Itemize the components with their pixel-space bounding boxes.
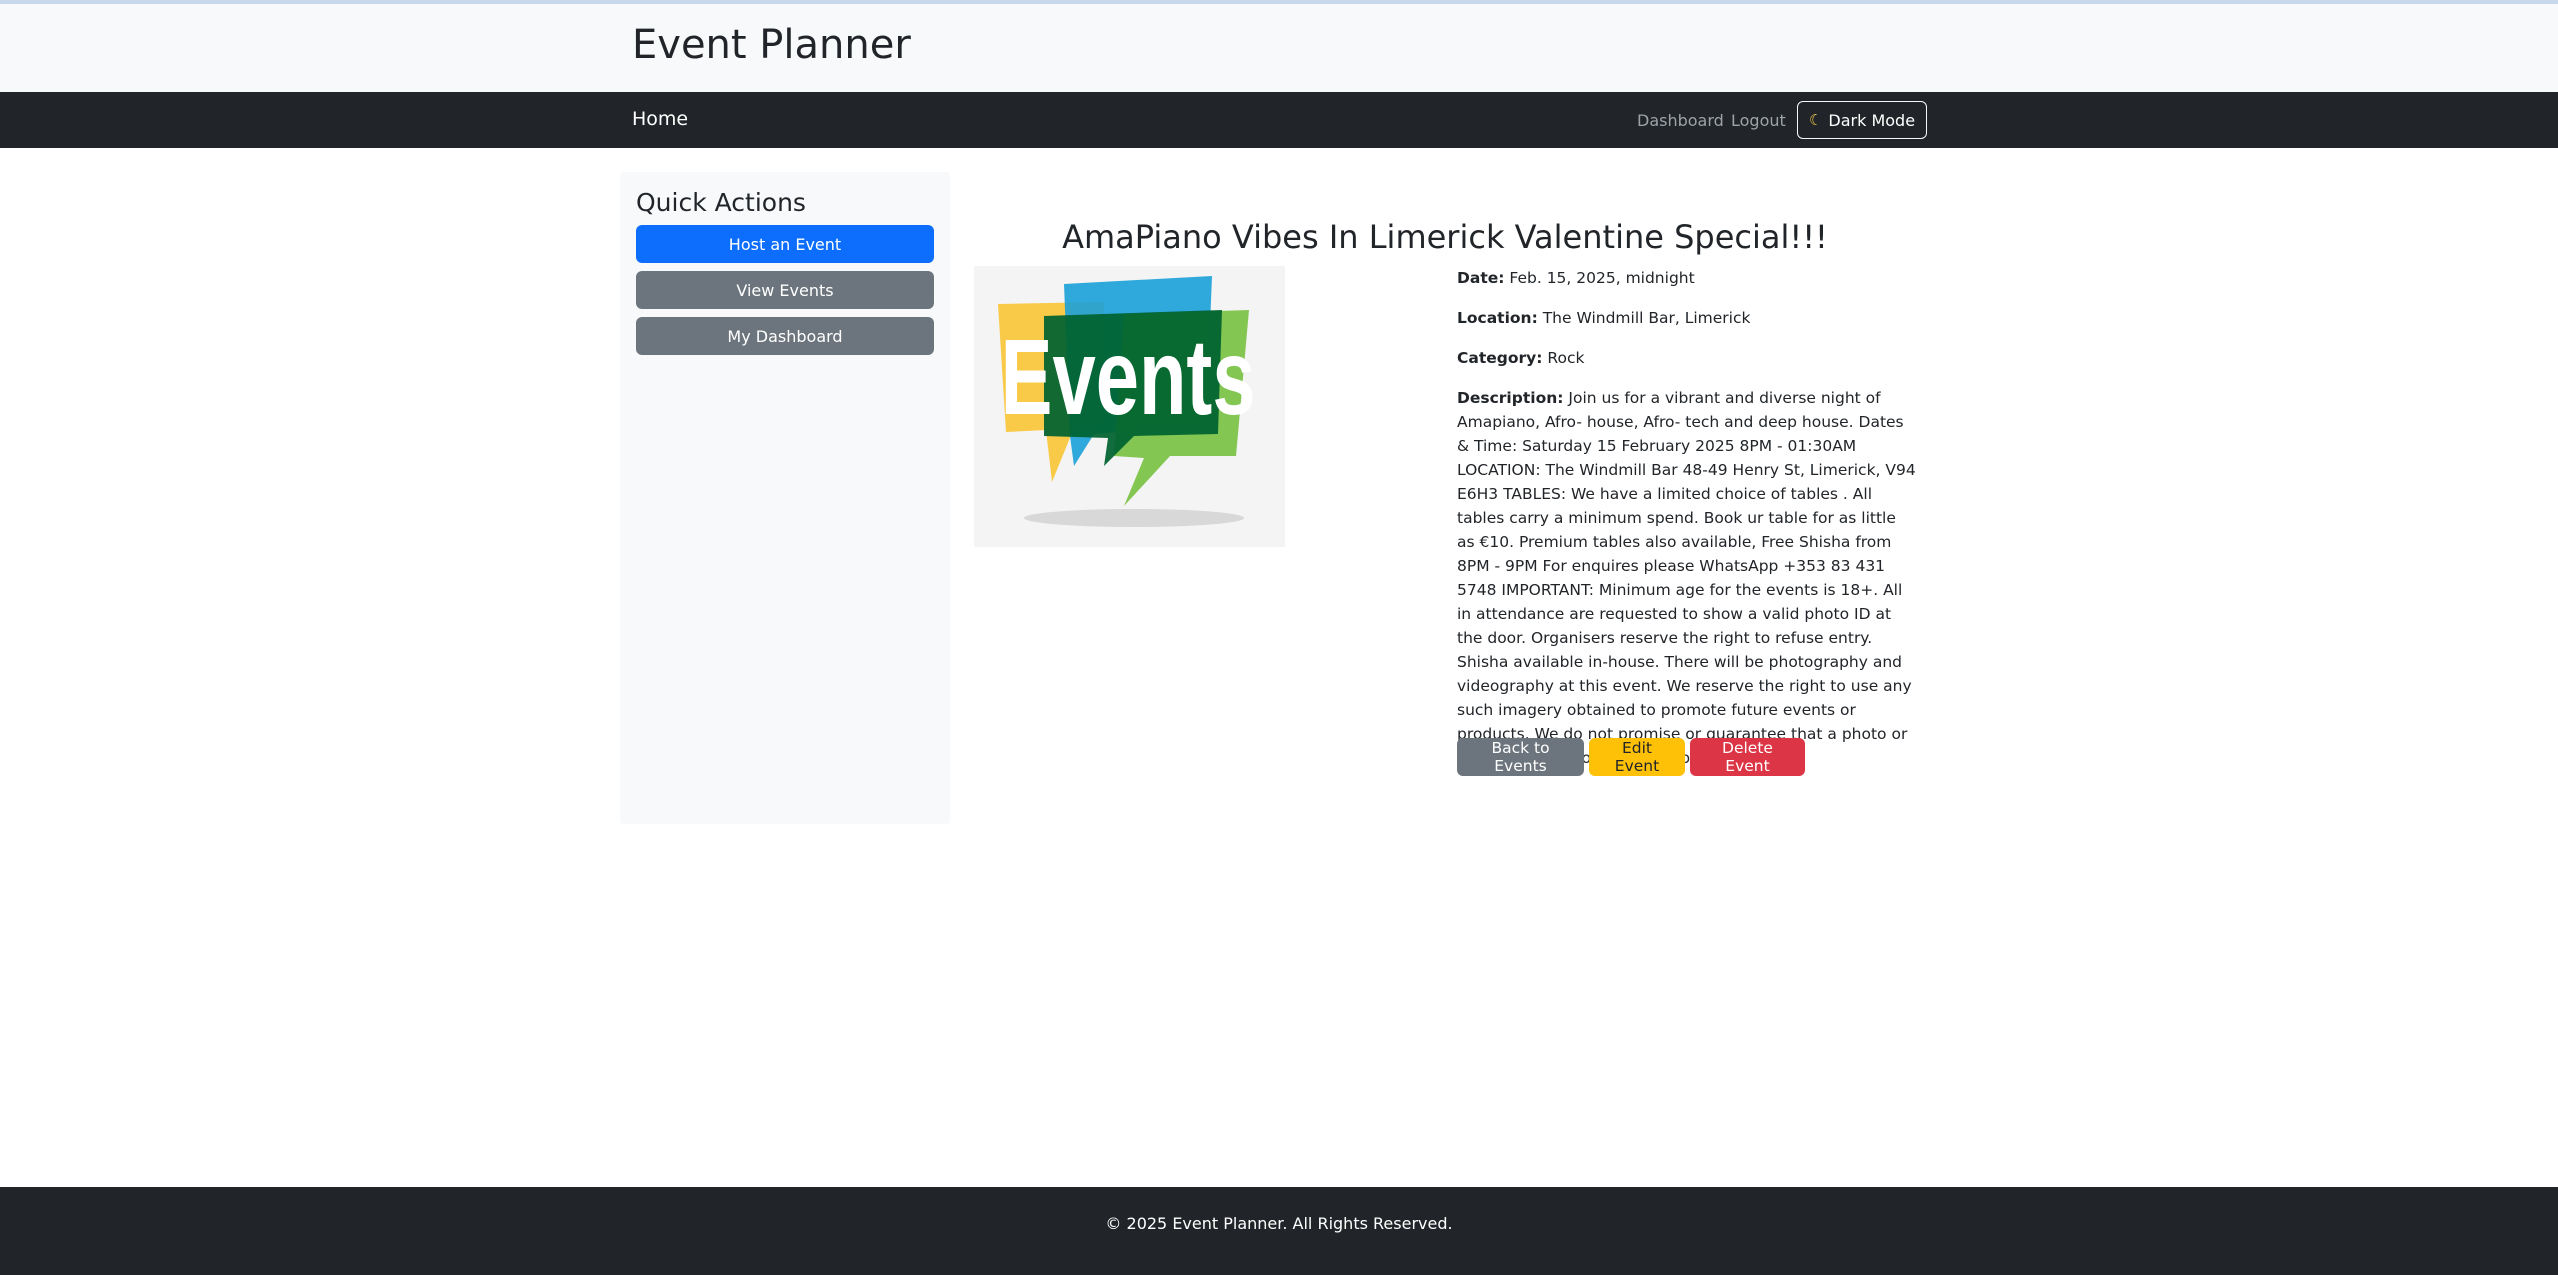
event-title: AmaPiano Vibes In Limerick Valentine Spe… (1062, 218, 1828, 256)
site-footer: © 2025 Event Planner. All Rights Reserve… (0, 1187, 2558, 1275)
event-details: Date: Feb. 15, 2025, midnight Location: … (1457, 266, 1917, 786)
event-date-row: Date: Feb. 15, 2025, midnight (1457, 266, 1917, 290)
footer-copyright: © 2025 Event Planner. All Rights Reserve… (1105, 1214, 1453, 1233)
category-label: Category: (1457, 349, 1543, 367)
delete-event-button[interactable]: Delete Event (1690, 738, 1805, 776)
events-logo-graphic: Events (998, 276, 1256, 527)
sidebar-title: Quick Actions (636, 188, 806, 217)
view-events-button[interactable]: View Events (636, 271, 934, 309)
events-logo-text: Events (1001, 316, 1256, 437)
event-location-row: Location: The Windmill Bar, Limerick (1457, 306, 1917, 330)
nav-dashboard-link[interactable]: Dashboard (1637, 111, 1724, 130)
navbar: Home Dashboard Logout ☾ Dark Mode (0, 92, 2558, 148)
description-label: Description: (1457, 389, 1564, 407)
nav-logout-link[interactable]: Logout (1731, 111, 1786, 130)
site-title: Event Planner (632, 22, 911, 68)
event-category-row: Category: Rock (1457, 346, 1917, 370)
quick-actions-sidebar: Quick Actions Host an Event View Events … (620, 172, 950, 824)
site-header: Event Planner (0, 4, 2558, 92)
event-location: The Windmill Bar, Limerick (1542, 309, 1751, 327)
nav-home-link[interactable]: Home (632, 108, 688, 130)
back-to-events-button[interactable]: Back to Events (1457, 738, 1584, 776)
dark-mode-label: Dark Mode (1828, 110, 1916, 130)
dark-mode-toggle-button[interactable]: ☾ Dark Mode (1797, 101, 1927, 139)
date-label: Date: (1457, 269, 1505, 287)
edit-event-button[interactable]: Edit Event (1589, 738, 1685, 776)
event-description: Join us for a vibrant and diverse night … (1457, 389, 1916, 767)
host-event-button[interactable]: Host an Event (636, 225, 934, 263)
my-dashboard-button[interactable]: My Dashboard (636, 317, 934, 355)
event-actions: Back to Events Edit Event Delete Event (1457, 738, 1805, 776)
event-image: Events (974, 266, 1285, 547)
event-description-row: Description: Join us for a vibrant and d… (1457, 386, 1917, 770)
event-date: Feb. 15, 2025, midnight (1509, 269, 1695, 287)
location-label: Location: (1457, 309, 1538, 327)
moon-icon: ☾ (1808, 111, 1823, 129)
event-category: Rock (1547, 349, 1585, 367)
